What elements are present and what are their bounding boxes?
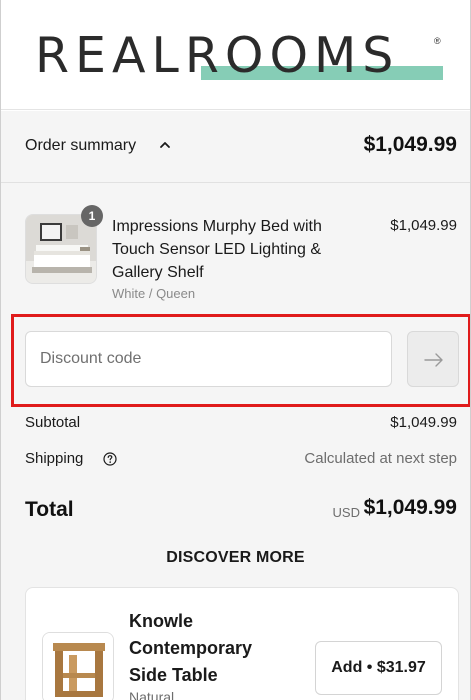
checkout-page: REALROOMS ® Order summary $1,049.99 1 Im… [0, 0, 471, 700]
logo[interactable]: REALROOMS ® [35, 26, 445, 86]
chevron-up-icon [160, 142, 170, 148]
question-circle-icon[interactable] [103, 452, 117, 466]
logo-registered-mark: ® [434, 36, 441, 46]
arrow-right-icon [424, 353, 443, 367]
recommended-product-thumbnail [42, 632, 114, 700]
quantity-badge: 1 [81, 205, 103, 227]
line-item-name: Impressions Murphy Bed with Touch Sensor… [112, 218, 322, 281]
discover-more-heading: DISCOVER MORE [166, 549, 305, 566]
logo-text: REALROOMS [35, 27, 400, 84]
line-item-variant: White / Queen [112, 286, 196, 301]
add-recommended-product-button[interactable]: Add • $31.97 [315, 641, 442, 695]
header: REALROOMS ® [1, 0, 470, 110]
order-summary-panel: Order summary $1,049.99 1 Impressions Mu… [1, 111, 470, 700]
subtotal-label: Subtotal [25, 414, 81, 431]
apply-discount-button[interactable] [407, 331, 459, 387]
subtotal-value: $1,049.99 [390, 414, 457, 431]
recommended-product-card: Knowle Contemporary Side Table Natural A… [25, 587, 459, 700]
total-amount: $1,049.99 [363, 496, 457, 519]
total-label: Total [25, 498, 74, 521]
order-summary-label: Order summary [25, 137, 137, 154]
order-summary-toggle[interactable]: Order summary $1,049.99 [1, 111, 470, 183]
shipping-value: Calculated at next step [304, 450, 457, 467]
recommended-product-title: Knowle Contemporary Side Table [129, 611, 253, 685]
discount-code-input[interactable] [25, 331, 392, 387]
shipping-label: Shipping [25, 450, 84, 467]
total-currency: USD [332, 505, 360, 520]
recommended-product-variant: Natural [129, 689, 175, 700]
line-item-price: $1,049.99 [390, 217, 457, 234]
order-summary-total: $1,049.99 [363, 133, 457, 156]
side-table-image [43, 633, 113, 700]
